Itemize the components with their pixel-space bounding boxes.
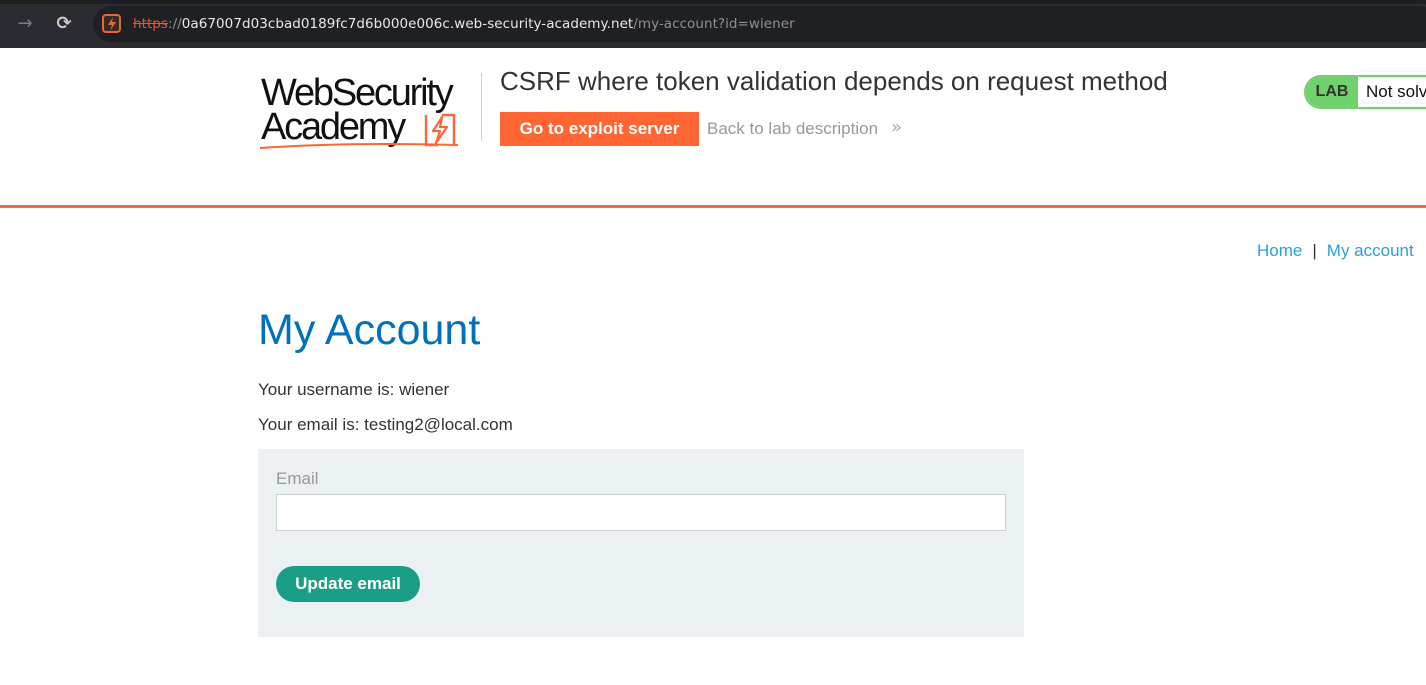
header-separator-line xyxy=(0,205,1426,208)
home-link[interactable]: Home xyxy=(1257,241,1302,260)
my-account-link[interactable]: My account xyxy=(1327,241,1414,260)
logo-underline-swoosh xyxy=(259,143,459,149)
top-nav: Home | My account xyxy=(1257,241,1414,261)
url-separator: :// xyxy=(168,16,182,32)
web-security-academy-logo[interactable]: WebSecurity Academy xyxy=(258,72,480,152)
email-info: Your email is: testing2@local.com xyxy=(258,415,513,434)
address-bar[interactable]: https://0a67007d03cbad0189fc7d6b000e006c… xyxy=(93,6,1426,42)
lab-status-text: Not solved xyxy=(1366,82,1426,101)
go-to-exploit-server-button[interactable]: Go to exploit server xyxy=(500,112,699,146)
lab-status-widget: LAB Not solved xyxy=(1304,75,1426,109)
site-lightning-icon xyxy=(102,14,121,33)
nav-separator: | xyxy=(1312,241,1317,260)
update-email-button[interactable]: Update email xyxy=(276,566,420,602)
url-path: /my-account?id=wiener xyxy=(633,16,795,32)
logo-text-line2: Academy xyxy=(261,106,406,148)
url-host: 0a67007d03cbad0189fc7d6b000e006c.web-sec… xyxy=(181,16,634,32)
url-text[interactable]: https://0a67007d03cbad0189fc7d6b000e006c… xyxy=(133,16,795,32)
update-email-form: Email Update email xyxy=(258,449,1024,637)
email-label: Email xyxy=(276,469,319,488)
lab-title: CSRF where token validation depends on r… xyxy=(500,66,1168,96)
forward-arrow-icon[interactable]: → xyxy=(11,10,39,38)
page-title: My Account xyxy=(258,306,481,354)
header-divider xyxy=(481,73,482,141)
back-to-lab-description-link[interactable]: Back to lab description xyxy=(707,119,878,139)
email-input[interactable] xyxy=(276,494,1006,531)
browser-toolbar: → ⟳ https://0a67007d03cbad0189fc7d6b000e… xyxy=(0,0,1426,48)
lab-badge: LAB xyxy=(1306,77,1358,107)
double-chevron-right-icon[interactable]: » xyxy=(891,117,902,138)
url-scheme: https xyxy=(133,16,168,32)
reload-icon[interactable]: ⟳ xyxy=(50,10,78,38)
username-info: Your username is: wiener xyxy=(258,380,450,399)
